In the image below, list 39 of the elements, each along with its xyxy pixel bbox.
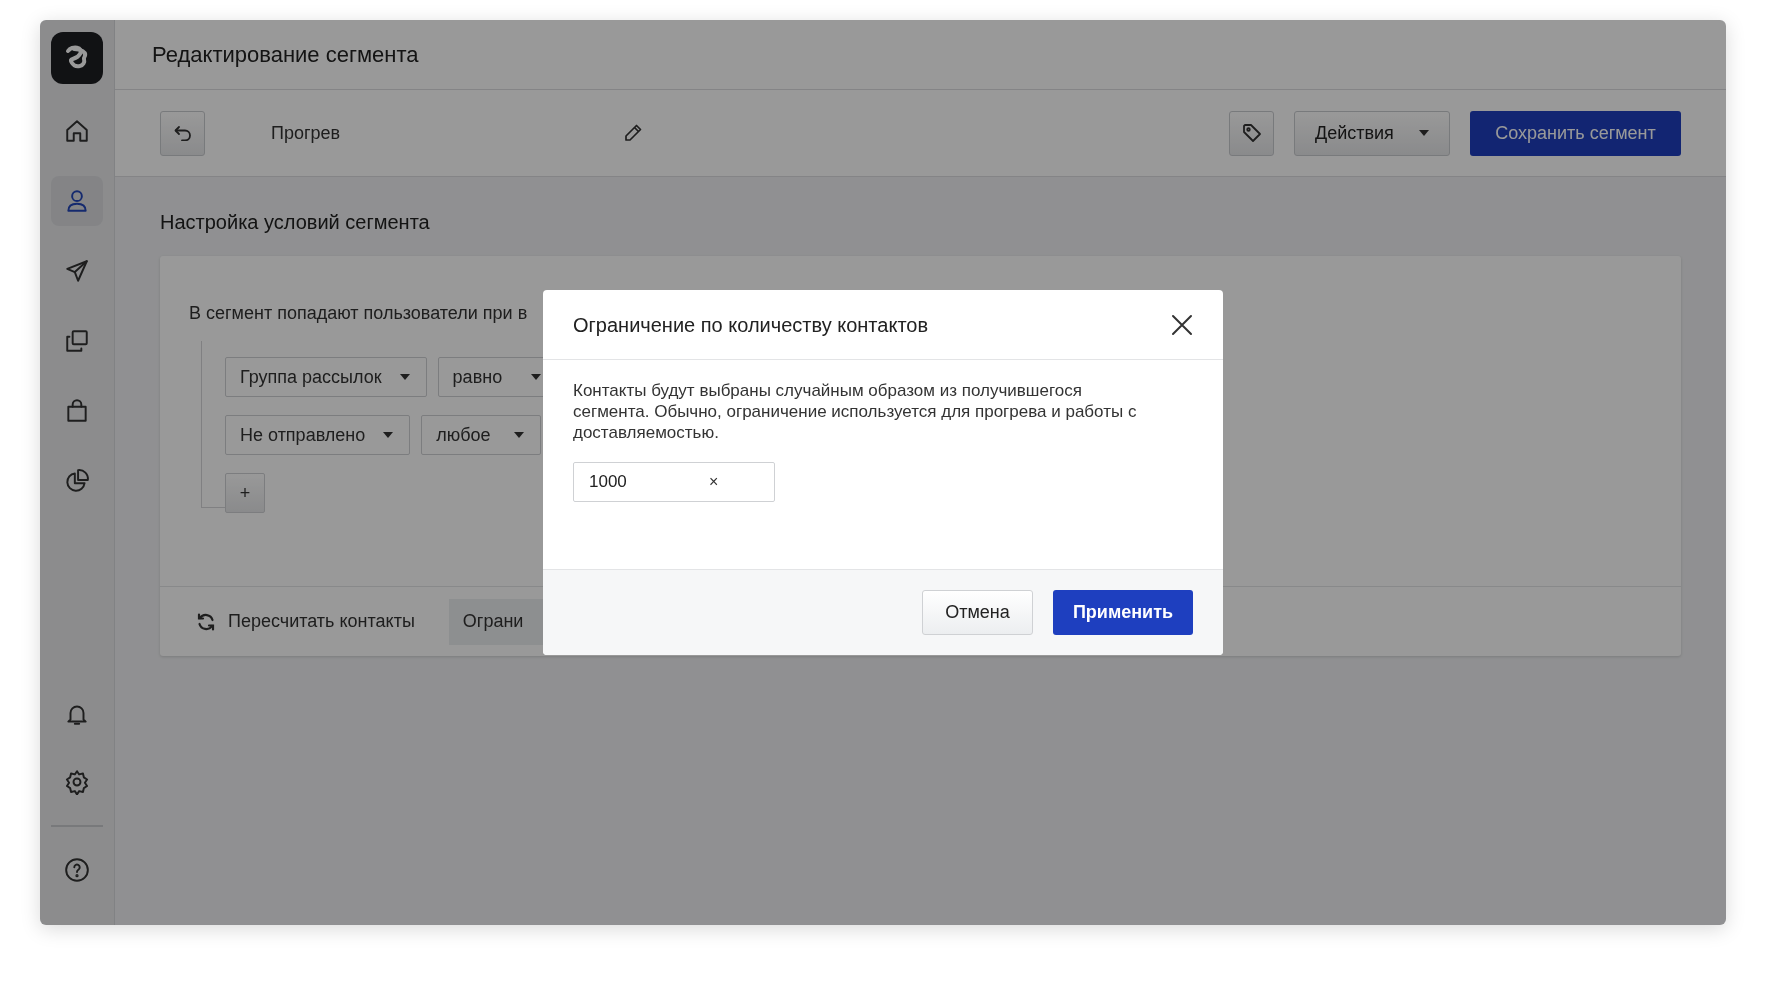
refresh-icon[interactable] [196, 611, 216, 632]
actions-dropdown[interactable]: Действия [1294, 110, 1450, 156]
logo-icon[interactable] [51, 32, 103, 84]
dialog-description: Контакты будут выбраны случайным образом из получившегося сегмента. Обычно, ограничение используется для прогрева и работы с доставляемостью. [573, 380, 1138, 443]
dialog-title: Ограничение по количеству контактов [573, 312, 929, 338]
segment-name: Прогрев [271, 121, 342, 145]
nav-item[interactable] [51, 176, 103, 226]
dropdown[interactable]: любое [421, 415, 542, 455]
tag-button[interactable] [1229, 110, 1274, 156]
clear-button[interactable]: × [709, 470, 719, 494]
caret-icon [1419, 130, 1429, 136]
conditions-intro: В сегмент попадают пользователи при в [189, 302, 528, 325]
caret-icon [514, 432, 525, 438]
limit-input[interactable]: 1000 × [573, 462, 775, 502]
caret-icon [530, 374, 541, 380]
caret-icon [383, 432, 394, 438]
home-icon [64, 118, 90, 144]
add-condition-button[interactable]: + [225, 473, 265, 513]
page-title: Редактирование сегмента [152, 41, 419, 69]
undo-icon [173, 125, 192, 141]
bag-icon [64, 398, 90, 424]
help-icon [64, 857, 90, 883]
dropdown[interactable]: Не отправлено [225, 415, 411, 455]
close-icon[interactable] [1171, 313, 1193, 336]
section-title: Настройка условий сегмента [160, 210, 431, 235]
apply-button[interactable]: Применить [1053, 590, 1193, 635]
settings-icon [64, 769, 90, 795]
cancel-button[interactable]: Отмена [922, 590, 1033, 635]
copy-icon [64, 328, 90, 354]
dropdown[interactable]: Группа рассылок [225, 357, 427, 397]
recalculate-link[interactable]: Пересчитать контакты [228, 608, 415, 635]
save-button[interactable]: Сохранить сегмент [1470, 110, 1681, 156]
tag-icon [1241, 123, 1262, 143]
caret-icon [399, 374, 410, 380]
back-button[interactable] [160, 110, 205, 156]
send-icon [64, 258, 90, 284]
person-icon [64, 188, 90, 214]
pencil-icon[interactable] [623, 123, 643, 143]
pie-chart-icon [64, 468, 90, 494]
